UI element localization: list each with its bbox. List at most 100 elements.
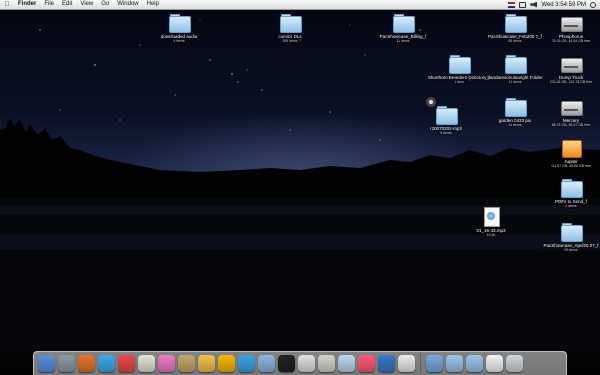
menu-finder[interactable]: Finder	[14, 0, 40, 9]
folder-icon	[435, 105, 458, 125]
folder-icon	[504, 97, 527, 117]
desktop-item-info: 1 item	[454, 80, 464, 84]
ipod-drive-icon	[560, 138, 582, 158]
desktop-item-garden-0423-pix[interactable]: garden 0423 pix 11 items	[485, 97, 545, 128]
folder-icon	[392, 13, 415, 33]
dock-item-document[interactable]	[397, 353, 416, 374]
bluetooth-menu-icon[interactable]	[519, 1, 527, 8]
dock-item-ical[interactable]	[117, 353, 136, 374]
desktop-item-mercury[interactable]: Mercury 68.75 GB, 45.57 GB free	[541, 97, 600, 128]
hard-disk-icon	[560, 97, 583, 116]
dock-item-text-file[interactable]	[485, 353, 504, 374]
dock-item-safari[interactable]	[257, 353, 276, 374]
folder-icon	[279, 13, 302, 33]
desktop-item-jupiter[interactable]: Jupiter 111.57 GB, 45.66 GB free	[541, 138, 600, 169]
dock-item-applications-folder[interactable]	[425, 353, 444, 374]
menu-view[interactable]: View	[76, 0, 97, 9]
volume-icon[interactable]	[530, 1, 538, 8]
cowbell-icon	[318, 355, 335, 372]
script-icon	[178, 355, 195, 372]
dock-item-pen-tool[interactable]	[357, 353, 376, 374]
bluetooth-icon	[338, 355, 355, 372]
folder-icon	[504, 54, 527, 74]
desktop-item-info: 2 items	[565, 204, 577, 208]
desktop-item-01-15-33-mp3[interactable]: 01_15-33.mp3 19 kb	[461, 207, 521, 238]
dock-separator	[420, 353, 421, 373]
dock	[33, 351, 567, 375]
apple-menu-icon[interactable]: 	[0, 0, 14, 9]
menu-edit[interactable]: Edit	[58, 0, 76, 9]
menu-window[interactable]: Window	[113, 0, 142, 9]
downloads-folder-icon	[446, 355, 463, 372]
dock-item-downloads-folder[interactable]	[445, 353, 464, 374]
hard-disk-icon	[560, 13, 583, 32]
dock-item-trash[interactable]	[505, 353, 524, 374]
dock-item-itunes[interactable]	[97, 353, 116, 374]
desktop-item-pacshowcase-april20-07-f[interactable]: PacShowcase_April20 07_f 99 items	[541, 222, 600, 253]
desktop-item-pdfs-to-send-f[interactable]: PDFs to Send_f 2 items	[541, 178, 600, 209]
menu-go[interactable]: Go	[97, 0, 113, 9]
firefox-icon	[78, 355, 95, 372]
menu-file[interactable]: File	[40, 0, 58, 9]
desktop-item-bandaresonutsaright-folder[interactable]: bandaresonutsaright Folder 11 items	[485, 54, 545, 85]
desktop-item-comics-dls[interactable]: comics DLs 355 items	[260, 13, 320, 44]
desktop-item-pacshowcase-feb200-7-f[interactable]: PacShowcase_Feb200 7_f 85 items	[485, 13, 545, 44]
menu-help[interactable]: Help	[143, 0, 163, 9]
desktop-item-info: 11 items	[396, 39, 410, 43]
desktop-item-info: 68.75 GB, 45.57 GB free	[551, 123, 591, 127]
document-icon	[398, 355, 415, 372]
desktop-item-info: 76.33 GB, 44.84 GB free	[551, 39, 591, 43]
desktop-item-info: 355 items	[282, 39, 298, 43]
menu-bar:  Finder File Edit View Go Window Help W…	[0, 0, 600, 10]
dock-item-illustrator[interactable]	[217, 353, 236, 374]
photoshop-icon	[198, 355, 215, 372]
dock-item-bluetooth[interactable]	[337, 353, 356, 374]
spotlight-icon[interactable]	[590, 1, 596, 8]
dock-item-pinwheel[interactable]	[157, 353, 176, 374]
dock-item-script[interactable]	[177, 353, 196, 374]
pen-tool-icon	[358, 355, 375, 372]
trash-icon	[506, 355, 523, 372]
desktop-item-r20070202-mp3[interactable]: r20070202-mp3 5 items	[416, 105, 476, 136]
dock-item-dvd-disc[interactable]	[297, 353, 316, 374]
textedit-icon	[138, 355, 155, 372]
dock-item-finder[interactable]	[37, 353, 56, 374]
illustrator-icon	[218, 355, 235, 372]
folder-icon	[560, 222, 583, 242]
folder-icon	[168, 13, 191, 33]
dvd-disc-icon	[298, 355, 315, 372]
desktop-item-info: 11 items	[508, 80, 522, 84]
help-viewer-icon	[238, 355, 255, 372]
dock-item-textedit[interactable]	[137, 353, 156, 374]
text-file-icon	[486, 355, 503, 372]
dock-item-help-viewer[interactable]	[237, 353, 256, 374]
desktop-item-info: 111.57 GB, 45.66 GB free	[551, 164, 591, 168]
dock-item-photoshop[interactable]	[197, 353, 216, 374]
dock-item-dvd-player[interactable]	[277, 353, 296, 374]
desktop-item-info: 19 kb	[486, 233, 496, 237]
hard-disk-icon	[560, 54, 583, 73]
desktop-item-dump-truck[interactable]: Dump Truck 233.45 GB, 120.78 GB free	[541, 54, 600, 85]
desktop-item-info: 85 items	[508, 39, 522, 43]
desktop-item-info: 11 items	[508, 123, 522, 127]
menubar-clock[interactable]: Wed 3:54:59 PM	[541, 2, 586, 8]
folder-icon	[504, 13, 527, 33]
pinwheel-icon	[158, 355, 175, 372]
safari-icon	[258, 355, 275, 372]
dock-item-system-preferences[interactable]	[57, 353, 76, 374]
desktop-item-info: 9 items	[173, 39, 185, 43]
flag-icon[interactable]	[508, 1, 516, 8]
desktop-item-downloaded-audio[interactable]: downloaded audio 9 items	[149, 13, 209, 44]
desktop-item-shorthorn-breeders-directory-f[interactable]: Shorthorn Breeders Directory_f 1 item	[428, 54, 490, 85]
dock-item-firefox[interactable]	[77, 353, 96, 374]
folder-icon	[560, 178, 583, 198]
system-preferences-icon	[58, 355, 75, 372]
desktop-item-info: 5 items	[440, 131, 452, 135]
folder-icon	[448, 54, 471, 74]
desktop-item-phosphorus[interactable]: Phosphorus 76.33 GB, 44.84 GB free	[541, 13, 600, 44]
dock-item-documents-folder[interactable]	[465, 353, 484, 374]
desktop-item-pacshowcase-billing-f[interactable]: PacShowcase_Billing_f 11 items	[373, 13, 433, 44]
itunes-icon	[98, 355, 115, 372]
dock-item-cowbell[interactable]	[317, 353, 336, 374]
dock-item-globe[interactable]	[377, 353, 396, 374]
